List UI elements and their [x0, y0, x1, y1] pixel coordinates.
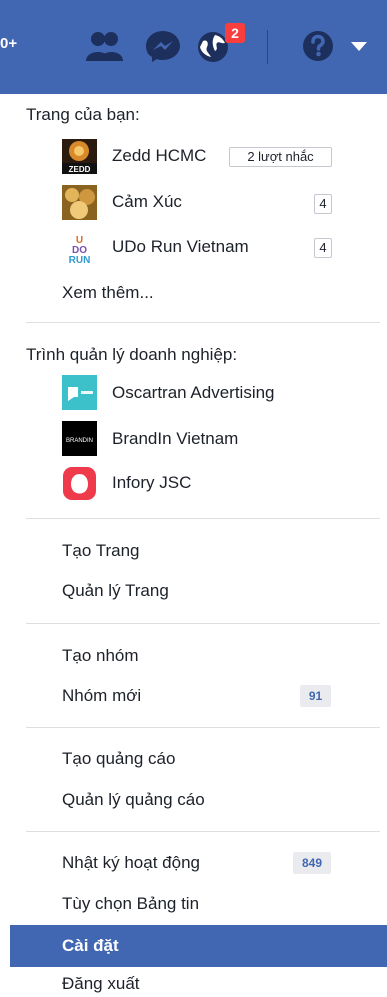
section-divider: [26, 322, 380, 323]
udo-run-thumbnail: U DO RUN: [62, 230, 97, 265]
page-item-udo-run-vietnam[interactable]: UDo Run Vietnam: [112, 236, 249, 258]
section-divider: [26, 727, 380, 728]
news-feed-preferences-link[interactable]: Tùy chọn Bảng tin: [62, 893, 199, 915]
pages-section-heading: Trang của bạn:: [26, 105, 140, 124]
new-groups-link[interactable]: Nhóm mới: [62, 685, 141, 707]
page-item-zedd-hcmc[interactable]: Zedd HCMC: [112, 145, 206, 167]
create-page-link[interactable]: Tạo Trang: [62, 540, 140, 562]
svg-text:ZEDD: ZEDD: [69, 165, 91, 174]
logout-link[interactable]: Đăng xuất: [62, 973, 140, 995]
create-ad-link[interactable]: Tạo quảng cáo: [62, 748, 175, 770]
see-more-pages-link[interactable]: Xem thêm...: [62, 282, 154, 304]
page-item-cam-xuc[interactable]: Cảm Xúc: [112, 191, 182, 213]
page-notification-badge: 4: [314, 238, 332, 258]
business-item-brandin-vietnam[interactable]: BrandIn Vietnam: [112, 428, 238, 450]
activity-log-count-badge: 849: [293, 852, 331, 874]
create-group-link[interactable]: Tạo nhóm: [62, 645, 139, 667]
section-divider: [26, 831, 380, 832]
section-divider: [26, 623, 380, 624]
partial-count-badge: 0+: [0, 35, 18, 52]
help-icon[interactable]: [301, 29, 335, 63]
messenger-icon[interactable]: [145, 29, 181, 63]
svg-text:RUN: RUN: [69, 255, 91, 265]
page-notification-badge: 4: [314, 194, 332, 214]
section-divider: [26, 518, 380, 519]
manage-ads-link[interactable]: Quản lý quảng cáo: [62, 789, 205, 811]
account-menu-arrow-icon[interactable]: [349, 29, 369, 63]
infory-thumbnail: [62, 466, 97, 501]
svg-text:BRANDIN: BRANDIN: [66, 438, 93, 444]
brandin-thumbnail: BRANDIN: [62, 421, 97, 456]
top-navigation-bar: 0+ 2: [0, 0, 387, 94]
manage-pages-link[interactable]: Quản lý Trang: [62, 580, 169, 602]
friend-requests-icon[interactable]: [84, 29, 124, 63]
business-item-infory-jsc[interactable]: Infory JSC: [112, 472, 191, 494]
new-groups-count-badge: 91: [300, 685, 331, 707]
topbar-divider: [267, 30, 268, 64]
activity-log-link[interactable]: Nhật ký hoạt động: [62, 852, 200, 874]
cam-xuc-thumbnail: [62, 185, 97, 220]
business-item-oscartran-advertising[interactable]: Oscartran Advertising: [112, 382, 275, 404]
zedd-hcmc-thumbnail: ZEDD: [62, 139, 97, 174]
business-manager-heading: Trình quản lý doanh nghiệp:: [26, 345, 238, 364]
page-notification-badge: 2 lượt nhắc: [229, 147, 332, 167]
notification-count-badge: 2: [225, 23, 245, 43]
settings-link[interactable]: Cài đặt: [62, 935, 119, 957]
oscartran-thumbnail: [62, 375, 97, 410]
